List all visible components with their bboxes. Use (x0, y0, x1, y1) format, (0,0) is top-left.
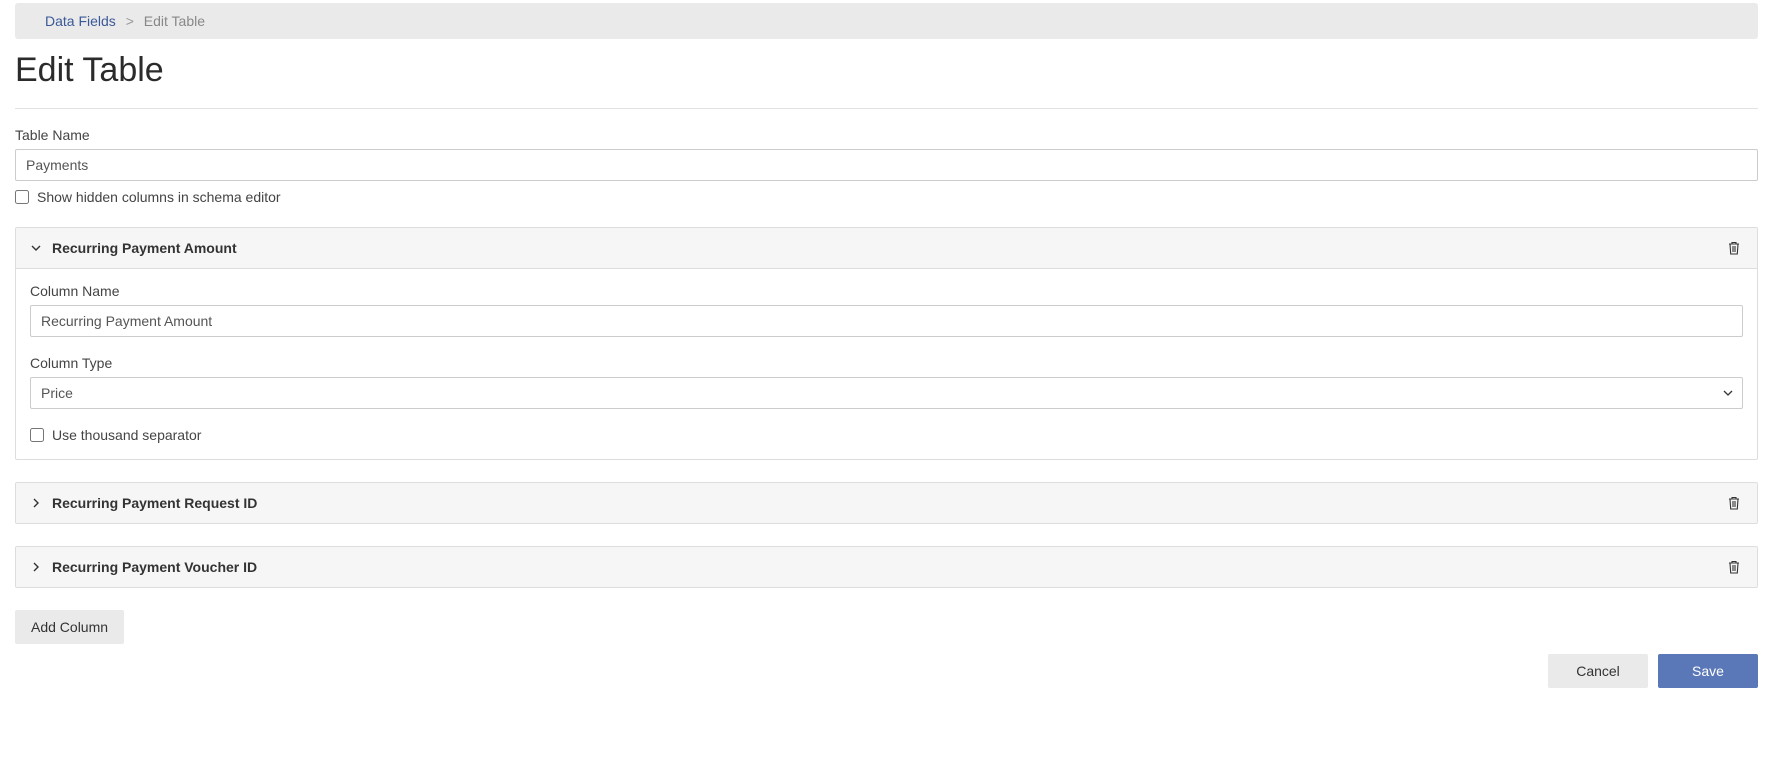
trash-icon (1727, 559, 1741, 575)
divider (15, 108, 1758, 109)
show-hidden-columns-label[interactable]: Show hidden columns in schema editor (37, 189, 281, 205)
breadcrumb-root-link[interactable]: Data Fields (45, 13, 116, 29)
cancel-button[interactable]: Cancel (1548, 654, 1648, 688)
column-panel: Recurring Payment Amount Column Name Col… (15, 227, 1758, 460)
chevron-right-icon (30, 497, 42, 509)
breadcrumb-separator: > (126, 13, 134, 29)
column-panel-title: Recurring Payment Request ID (52, 495, 1725, 511)
save-button[interactable]: Save (1658, 654, 1758, 688)
column-type-label: Column Type (30, 355, 1743, 371)
add-column-button[interactable]: Add Column (15, 610, 124, 644)
show-hidden-columns-checkbox[interactable] (15, 190, 29, 204)
table-name-label: Table Name (15, 127, 1758, 143)
column-panel-header[interactable]: Recurring Payment Voucher ID (16, 547, 1757, 587)
thousand-separator-checkbox[interactable] (30, 428, 44, 442)
column-type-select[interactable]: Price (30, 377, 1743, 409)
column-name-input[interactable] (30, 305, 1743, 337)
delete-column-button[interactable] (1725, 238, 1743, 258)
column-panel-body: Column Name Column Type Price Use thousa… (16, 269, 1757, 459)
column-name-label: Column Name (30, 283, 1743, 299)
page-title: Edit Table (15, 51, 1758, 90)
table-name-input[interactable] (15, 149, 1758, 181)
column-panel-header[interactable]: Recurring Payment Request ID (16, 483, 1757, 523)
delete-column-button[interactable] (1725, 493, 1743, 513)
column-panel: Recurring Payment Request ID (15, 482, 1758, 524)
thousand-separator-label[interactable]: Use thousand separator (52, 427, 201, 443)
column-panel-header[interactable]: Recurring Payment Amount (16, 228, 1757, 269)
breadcrumb: Data Fields > Edit Table (15, 3, 1758, 39)
column-panel-title: Recurring Payment Amount (52, 240, 1725, 256)
column-panel: Recurring Payment Voucher ID (15, 546, 1758, 588)
trash-icon (1727, 495, 1741, 511)
delete-column-button[interactable] (1725, 557, 1743, 577)
chevron-down-icon (30, 242, 42, 254)
chevron-right-icon (30, 561, 42, 573)
breadcrumb-current: Edit Table (144, 13, 205, 29)
trash-icon (1727, 240, 1741, 256)
column-panel-title: Recurring Payment Voucher ID (52, 559, 1725, 575)
